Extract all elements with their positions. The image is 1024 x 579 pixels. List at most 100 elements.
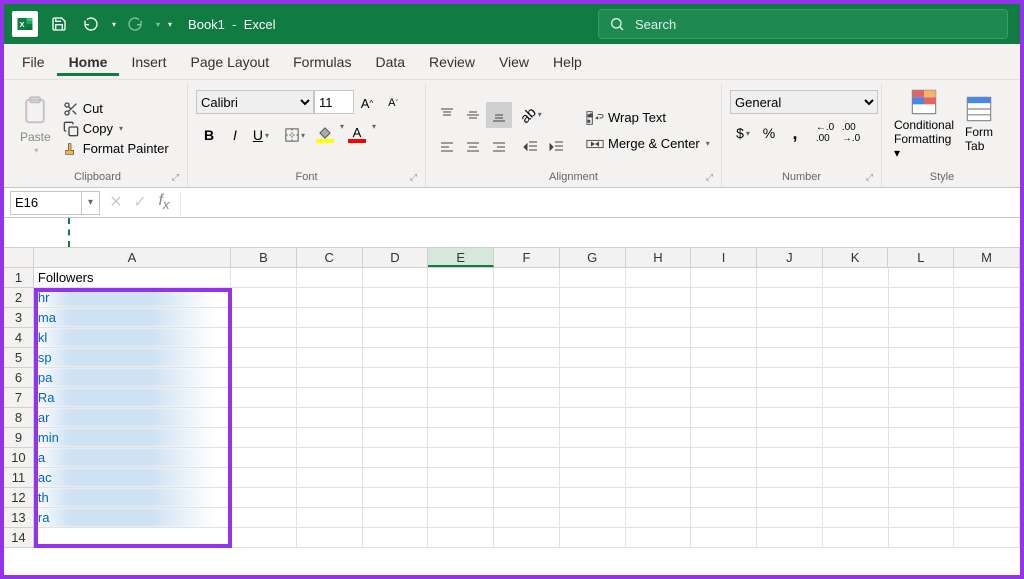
row-header[interactable]: 10: [4, 448, 34, 468]
tab-help[interactable]: Help: [541, 48, 594, 76]
cell[interactable]: [889, 468, 955, 488]
col-header-H[interactable]: H: [626, 248, 692, 267]
cell[interactable]: [363, 488, 429, 508]
cell[interactable]: [363, 328, 429, 348]
cell[interactable]: [231, 408, 297, 428]
cell[interactable]: ra: [34, 508, 231, 528]
name-box-dropdown-icon[interactable]: ▾: [82, 191, 100, 215]
tab-insert[interactable]: Insert: [119, 48, 178, 76]
redo-icon[interactable]: [122, 11, 148, 37]
cell[interactable]: [494, 528, 560, 548]
cell[interactable]: [823, 408, 889, 428]
cell[interactable]: [297, 508, 363, 528]
bold-button[interactable]: B: [196, 122, 222, 148]
cell[interactable]: [757, 368, 823, 388]
cell[interactable]: [297, 288, 363, 308]
col-header-K[interactable]: K: [823, 248, 889, 267]
cell[interactable]: [428, 468, 494, 488]
cell[interactable]: [363, 288, 429, 308]
cell[interactable]: [691, 268, 757, 288]
increase-indent-icon[interactable]: [544, 134, 570, 160]
fill-color-button[interactable]: [312, 122, 338, 148]
cell[interactable]: [889, 508, 955, 528]
cell[interactable]: [297, 468, 363, 488]
col-header-C[interactable]: C: [297, 248, 363, 267]
cell[interactable]: [297, 428, 363, 448]
row-header[interactable]: 5: [4, 348, 34, 368]
cell[interactable]: [428, 268, 494, 288]
font-color-dropdown[interactable]: ▾: [372, 122, 376, 148]
cell[interactable]: kl: [34, 328, 231, 348]
cell[interactable]: [494, 368, 560, 388]
col-header-B[interactable]: B: [231, 248, 297, 267]
wrap-text-button[interactable]: abc Wrap Text: [582, 108, 714, 128]
cell[interactable]: [889, 348, 955, 368]
cell[interactable]: [428, 288, 494, 308]
cell[interactable]: [889, 428, 955, 448]
cell[interactable]: [297, 488, 363, 508]
cell[interactable]: [823, 528, 889, 548]
cell[interactable]: [757, 308, 823, 328]
cell[interactable]: [954, 488, 1020, 508]
row-header[interactable]: 11: [4, 468, 34, 488]
cell[interactable]: [428, 328, 494, 348]
cell[interactable]: [823, 328, 889, 348]
cell[interactable]: [691, 368, 757, 388]
cell[interactable]: [889, 268, 955, 288]
spreadsheet[interactable]: A B C D E F G H I J K L M 1Followers2hr3…: [4, 248, 1020, 548]
cell[interactable]: [626, 448, 692, 468]
decrease-indent-icon[interactable]: [518, 134, 544, 160]
cell[interactable]: [757, 268, 823, 288]
cell[interactable]: [363, 348, 429, 368]
cell[interactable]: [757, 448, 823, 468]
cell[interactable]: [494, 488, 560, 508]
cell[interactable]: [889, 328, 955, 348]
cell[interactable]: [954, 508, 1020, 528]
cell[interactable]: [823, 488, 889, 508]
cell[interactable]: [231, 268, 297, 288]
cell[interactable]: [428, 488, 494, 508]
cell[interactable]: [560, 288, 626, 308]
merge-center-button[interactable]: Merge & Center▾: [582, 134, 714, 154]
row-header[interactable]: 6: [4, 368, 34, 388]
cell[interactable]: [363, 268, 429, 288]
cell[interactable]: [560, 328, 626, 348]
col-header-G[interactable]: G: [560, 248, 626, 267]
cell[interactable]: [560, 388, 626, 408]
cell[interactable]: [363, 428, 429, 448]
cell[interactable]: [626, 508, 692, 528]
cell[interactable]: [626, 468, 692, 488]
tab-home[interactable]: Home: [57, 48, 120, 76]
decrease-decimal-icon[interactable]: .00→.0: [838, 120, 864, 146]
cell[interactable]: [560, 408, 626, 428]
align-right-icon[interactable]: [486, 134, 512, 160]
cell[interactable]: [757, 508, 823, 528]
cell[interactable]: [889, 488, 955, 508]
cell[interactable]: [297, 388, 363, 408]
col-header-L[interactable]: L: [888, 248, 954, 267]
row-header[interactable]: 12: [4, 488, 34, 508]
cell[interactable]: ac: [34, 468, 231, 488]
cell[interactable]: [494, 388, 560, 408]
cell[interactable]: [823, 368, 889, 388]
cell[interactable]: [297, 528, 363, 548]
cell[interactable]: [560, 268, 626, 288]
cell[interactable]: [231, 448, 297, 468]
cell[interactable]: [626, 268, 692, 288]
comma-format-button[interactable]: ,: [782, 120, 808, 146]
cell[interactable]: [889, 368, 955, 388]
col-header-A[interactable]: A: [34, 248, 231, 267]
cell[interactable]: [494, 428, 560, 448]
cell[interactable]: [823, 428, 889, 448]
cancel-formula-icon[interactable]: ✕: [106, 192, 126, 212]
orientation-icon[interactable]: ab▾: [518, 102, 544, 128]
cell[interactable]: [889, 388, 955, 408]
cell[interactable]: [757, 408, 823, 428]
percent-format-button[interactable]: %: [756, 120, 782, 146]
cell[interactable]: ar: [34, 408, 231, 428]
undo-dropdown-icon[interactable]: ▾: [112, 20, 116, 29]
font-size-input[interactable]: [314, 90, 354, 114]
cell[interactable]: [626, 288, 692, 308]
cell[interactable]: [823, 348, 889, 368]
cell[interactable]: [954, 408, 1020, 428]
